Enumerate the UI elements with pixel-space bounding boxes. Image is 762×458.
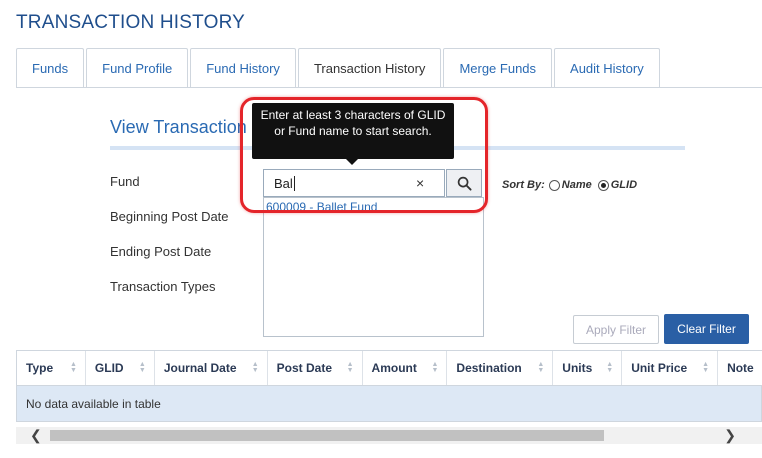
text-caret xyxy=(293,175,295,191)
column-label: Post Date xyxy=(276,361,333,375)
column-header-type[interactable]: Type ▲ ▼ xyxy=(17,351,86,385)
fund-results-list: 600009 - Ballet Fund xyxy=(263,197,484,337)
clear-filter-button[interactable]: Clear Filter xyxy=(664,314,749,344)
scroll-right-icon[interactable]: ❯ xyxy=(724,427,736,444)
table-empty-row: No data available in table xyxy=(16,386,762,422)
apply-filter-button[interactable]: Apply Filter xyxy=(573,315,659,344)
sort-icon: ▲ ▼ xyxy=(431,361,439,374)
clear-icon[interactable]: × xyxy=(416,175,424,191)
sort-glid-label: GLID xyxy=(610,179,638,191)
tab-funds[interactable]: Funds xyxy=(16,48,85,88)
sort-icon: ▲ ▼ xyxy=(69,361,77,374)
sort-by-label: Sort By: xyxy=(502,179,545,191)
tab-fund-profile[interactable]: Fund Profile xyxy=(86,48,189,88)
column-label: Destination xyxy=(456,361,522,375)
tab-divider xyxy=(16,87,762,88)
column-header-post-date[interactable]: Post Date ▲ ▼ xyxy=(268,351,363,385)
column-label: GLID xyxy=(94,361,124,375)
transactions-table: Type ▲ ▼ GLID ▲ ▼ Journal Date ▲ ▼ Post Date ▲ ▼… xyxy=(16,350,762,422)
table-header: Type ▲ ▼ GLID ▲ ▼ Journal Date ▲ ▼ Post Date ▲ ▼… xyxy=(16,350,762,386)
scroll-thumb[interactable] xyxy=(50,430,604,441)
empty-message: No data available in table xyxy=(26,396,161,411)
beginning-post-date-label: Beginning Post Date xyxy=(110,209,229,224)
column-label: Unit Price xyxy=(631,361,688,375)
column-header-amount[interactable]: Amount ▲ ▼ xyxy=(363,351,448,385)
column-label: Amount xyxy=(371,361,417,375)
sort-icon: ▲ ▼ xyxy=(606,361,614,374)
tab-bar: Funds Fund Profile Fund History Transact… xyxy=(16,48,662,88)
tab-transaction-history[interactable]: Transaction History xyxy=(297,48,442,88)
column-label: Note xyxy=(727,361,754,375)
tab-merge-funds[interactable]: Merge Funds xyxy=(443,48,553,88)
transaction-types-label: Transaction Types xyxy=(110,279,216,294)
page-title: TRANSACTION HISTORY xyxy=(16,12,246,33)
sort-glid-radio[interactable] xyxy=(597,179,609,191)
search-button[interactable] xyxy=(446,169,482,197)
tab-audit-history[interactable]: Audit History xyxy=(554,48,660,88)
column-header-unit-price[interactable]: Unit Price ▲ ▼ xyxy=(622,351,719,385)
sort-name-label: Name xyxy=(561,179,592,191)
sort-icon: ▲ ▼ xyxy=(251,361,259,374)
scroll-left-icon[interactable]: ❮ xyxy=(30,427,42,444)
column-header-note[interactable]: Note xyxy=(718,351,762,385)
tab-fund-history[interactable]: Fund History xyxy=(190,48,296,88)
column-header-journal-date[interactable]: Journal Date ▲ ▼ xyxy=(155,351,268,385)
sort-icon: ▲ ▼ xyxy=(138,361,146,374)
fund-result-item[interactable]: 600009 - Ballet Fund xyxy=(266,200,377,214)
fund-search-value: Bal xyxy=(274,175,293,191)
ending-post-date-label: Ending Post Date xyxy=(110,244,212,259)
sort-name-radio[interactable] xyxy=(548,179,560,191)
sort-icon: ▲ ▼ xyxy=(346,361,354,374)
column-label: Journal Date xyxy=(163,361,237,375)
column-header-units[interactable]: Units ▲ ▼ xyxy=(553,351,623,385)
column-header-destination[interactable]: Destination ▲ ▼ xyxy=(447,351,554,385)
column-label: Units xyxy=(562,361,593,375)
sort-icon: ▲ ▼ xyxy=(537,361,545,374)
fund-label: Fund xyxy=(110,174,140,189)
search-tooltip: Enter at least 3 characters of GLID or F… xyxy=(252,103,454,159)
horizontal-scrollbar[interactable]: ❮ ❯ xyxy=(16,427,762,444)
column-header-glid[interactable]: GLID ▲ ▼ xyxy=(86,351,155,385)
sort-by-group: Sort By: Name GLID xyxy=(502,179,641,191)
search-icon xyxy=(457,176,472,191)
column-label: Type xyxy=(26,361,54,375)
tooltip-arrow xyxy=(346,159,358,165)
sort-icon: ▲ ▼ xyxy=(702,361,710,374)
